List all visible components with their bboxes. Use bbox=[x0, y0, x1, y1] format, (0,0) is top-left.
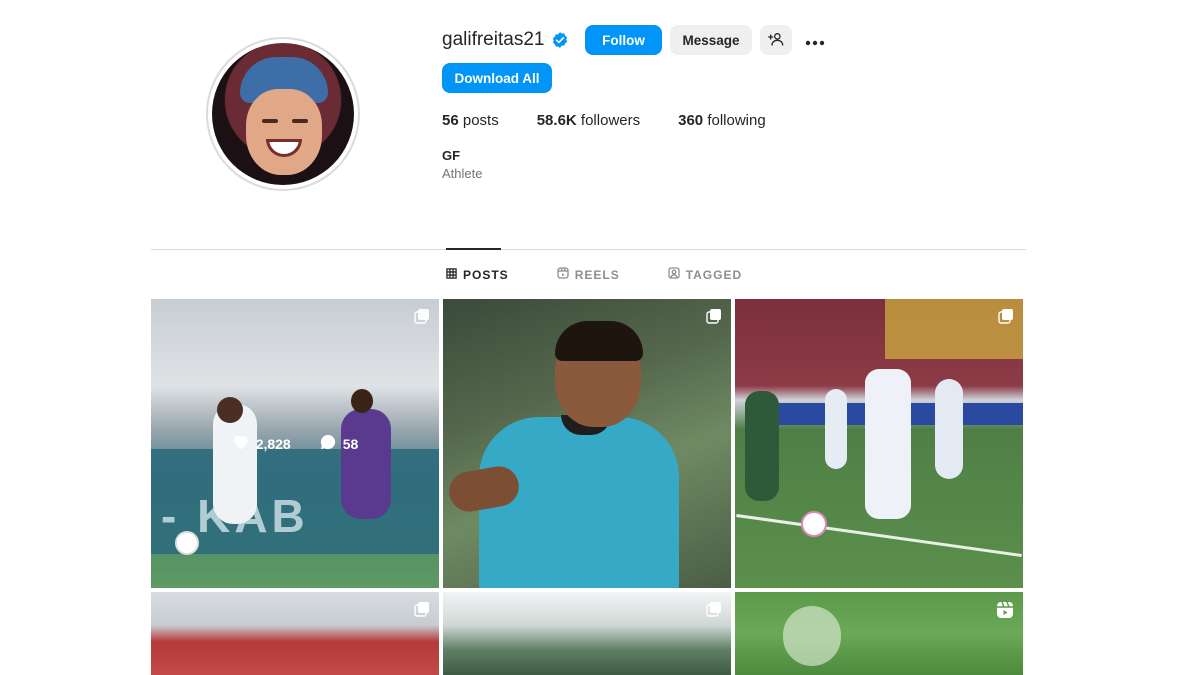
tab-posts[interactable]: POSTS bbox=[446, 267, 509, 282]
carousel-icon bbox=[706, 601, 722, 622]
grid-icon bbox=[446, 267, 463, 282]
verified-badge-icon bbox=[551, 31, 569, 49]
post-comments: 58 bbox=[319, 433, 359, 454]
following-count: 360 bbox=[678, 112, 704, 129]
tab-posts-label: POSTS bbox=[463, 267, 509, 282]
post-tile[interactable]: - KAB 2,828 58 bbox=[151, 299, 439, 588]
profile-display-name: GF bbox=[442, 148, 461, 163]
comment-icon bbox=[319, 433, 343, 454]
tab-tagged[interactable]: TAGGED bbox=[668, 267, 742, 282]
reel-icon bbox=[996, 601, 1014, 624]
posts-stat: 56 posts bbox=[442, 112, 499, 129]
post-tile[interactable] bbox=[151, 592, 439, 675]
post-tile[interactable] bbox=[735, 592, 1023, 675]
carousel-icon bbox=[414, 601, 430, 622]
tab-tagged-label: TAGGED bbox=[685, 267, 743, 282]
profile-avatar-ring[interactable] bbox=[206, 37, 360, 191]
message-button[interactable]: Message bbox=[670, 25, 752, 55]
post-tile[interactable] bbox=[443, 299, 731, 588]
profile-tabs: POSTS REELS TAGGED bbox=[446, 267, 790, 282]
follow-button[interactable]: Follow bbox=[585, 25, 662, 55]
profile-category: Athlete bbox=[442, 166, 483, 181]
followers-count: 58.6K bbox=[536, 112, 577, 129]
add-person-icon bbox=[768, 31, 784, 50]
post-likes: 2,828 bbox=[232, 434, 291, 453]
following-stat[interactable]: 360 following bbox=[678, 112, 766, 129]
profile-username: galifreitas21 bbox=[442, 29, 545, 50]
followers-label: followers bbox=[580, 112, 641, 129]
download-all-button[interactable]: Download All bbox=[442, 63, 552, 93]
tagged-icon bbox=[668, 267, 686, 282]
username-row: galifreitas21 bbox=[442, 25, 569, 55]
profile-stats: 56 posts 58.6K followers 360 following bbox=[442, 112, 804, 129]
more-options-icon bbox=[805, 29, 825, 52]
more-options-button[interactable] bbox=[800, 25, 830, 55]
post-likes-count: 2,828 bbox=[255, 435, 291, 452]
heart-icon bbox=[232, 434, 256, 453]
post-comments-count: 58 bbox=[342, 435, 359, 452]
post-tile[interactable] bbox=[443, 592, 731, 675]
carousel-icon bbox=[998, 308, 1014, 329]
tab-reels[interactable]: REELS bbox=[557, 267, 620, 282]
carousel-icon bbox=[706, 308, 722, 329]
posts-label: posts bbox=[462, 112, 499, 129]
reels-icon bbox=[557, 267, 575, 282]
posts-count: 56 bbox=[442, 112, 459, 129]
followers-stat[interactable]: 58.6K followers bbox=[537, 112, 640, 129]
suggested-users-button[interactable] bbox=[760, 25, 792, 55]
active-tab-indicator bbox=[446, 248, 501, 250]
post-tile[interactable] bbox=[735, 299, 1023, 588]
profile-avatar bbox=[212, 43, 354, 185]
tabs-divider bbox=[151, 249, 1026, 250]
tab-reels-label: REELS bbox=[574, 267, 620, 282]
following-label: following bbox=[707, 112, 766, 129]
post-hover-overlay: 2,828 58 bbox=[151, 299, 439, 588]
